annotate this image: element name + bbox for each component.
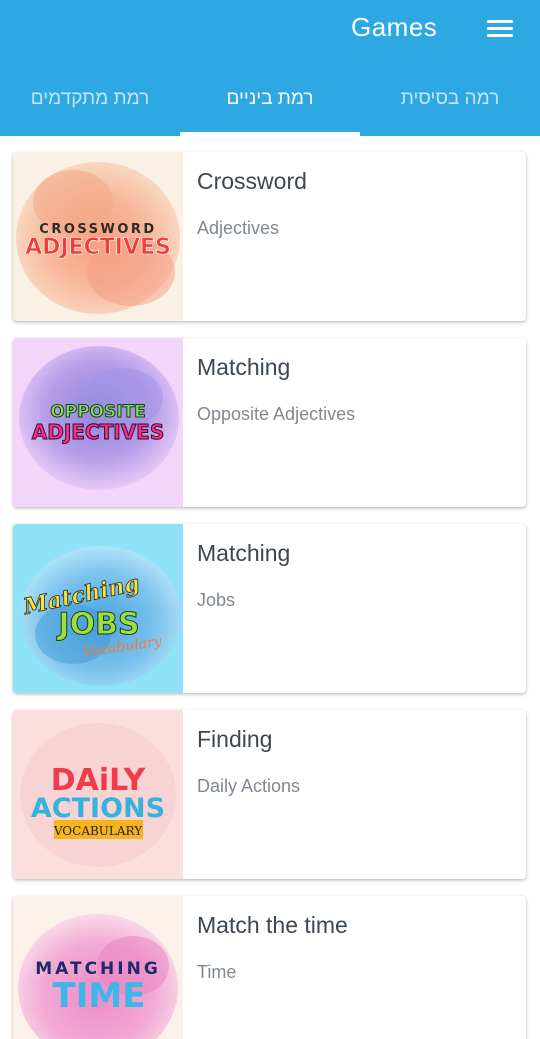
game-thumbnail: MATCHING TIME (13, 896, 183, 1039)
game-thumbnail: OPPOSITE ADJECTIVES (13, 338, 183, 507)
game-card-match-the-time[interactable]: MATCHING TIME Match the time Time (13, 896, 526, 1039)
game-title: Finding (197, 726, 273, 752)
game-card-opposite-adjectives[interactable]: OPPOSITE ADJECTIVES Matching Opposite Ad… (13, 338, 526, 507)
game-thumbnail: CROSSWORD ADJECTIVES (13, 152, 183, 321)
tab-advanced[interactable]: רמת מתקדמים (0, 88, 180, 136)
game-card-jobs[interactable]: Matching JOBS Vocabulary Matching Jobs (13, 524, 526, 693)
thumb-line2: JOBS (56, 607, 139, 642)
thumb-line3: VOCABULARY (53, 824, 143, 838)
thumb-line1: OPPOSITE (50, 402, 146, 422)
game-title: Matching (197, 540, 291, 566)
tab-basic[interactable]: רמה בסיסית (360, 88, 540, 136)
game-subtitle: Adjectives (197, 218, 280, 238)
game-card-crossword[interactable]: CROSSWORD ADJECTIVES Crossword Adjective… (13, 152, 526, 321)
games-list[interactable]: CROSSWORD ADJECTIVES Crossword Adjective… (0, 136, 540, 1039)
game-title: Matching (197, 354, 291, 380)
game-subtitle: Jobs (197, 590, 236, 610)
app-bar: Games רמת מתקדמים רמת ביניים רמה בסיסית (0, 0, 540, 136)
game-thumbnail: Matching JOBS Vocabulary (13, 524, 183, 693)
game-title: Match the time (197, 912, 348, 938)
thumb-line2: TIME (53, 976, 146, 1016)
hamburger-menu-icon[interactable] (482, 12, 518, 46)
thumb-line2: ADJECTIVES (32, 420, 165, 444)
game-thumbnail: DAiLY ACTIONS VOCABULARY (13, 710, 183, 879)
game-subtitle: Opposite Adjectives (197, 404, 356, 424)
page-title: Games (351, 12, 438, 42)
thumb-line2: ACTIONS (31, 793, 165, 824)
game-subtitle: Time (197, 962, 237, 982)
tab-intermediate[interactable]: רמת ביניים (180, 88, 360, 136)
game-title: Crossword (197, 168, 307, 194)
game-subtitle: Daily Actions (197, 776, 301, 796)
thumb-line2: ADJECTIVES (25, 235, 171, 260)
game-card-daily-actions[interactable]: DAiLY ACTIONS VOCABULARY Finding Daily A… (13, 710, 526, 879)
